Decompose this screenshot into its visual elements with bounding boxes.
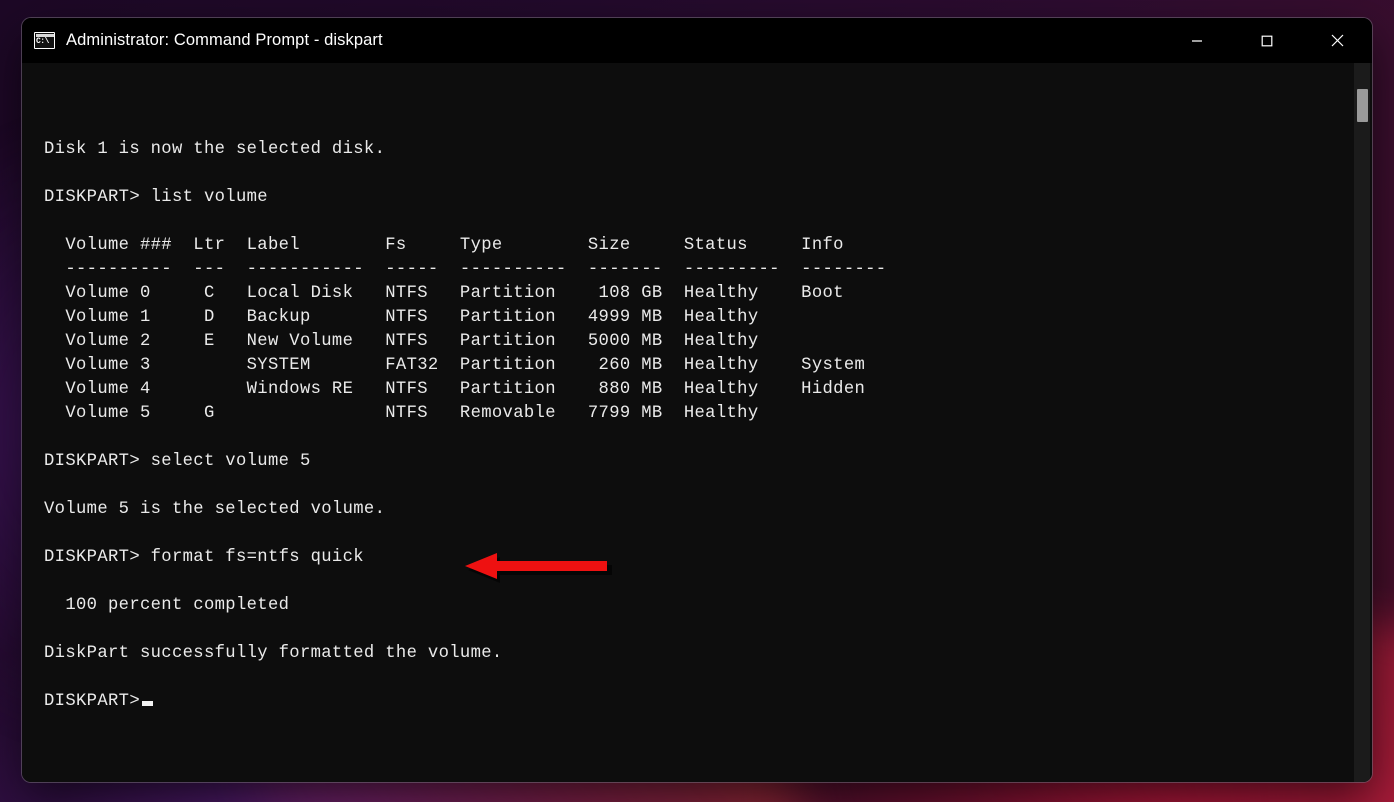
command-prompt-icon: C:\ — [34, 32, 55, 49]
console-line: Volume 4 Windows RE NTFS Partition 880 M… — [44, 380, 866, 399]
console-area: Disk 1 is now the selected disk. DISKPART… — [22, 63, 1372, 782]
console-line: DISKPART> format fs=ntfs quick — [44, 548, 364, 567]
console-line: Volume 2 E New Volume NTFS Partition 500… — [44, 332, 759, 351]
console-line: DISKPART> list volume — [44, 188, 268, 207]
close-button[interactable] — [1302, 18, 1372, 63]
window-title: Administrator: Command Prompt - diskpart — [66, 31, 383, 49]
minimize-button[interactable] — [1162, 18, 1232, 63]
console-line: DISKPART> select volume 5 — [44, 452, 311, 471]
block-cursor — [141, 701, 153, 706]
console-line: Volume 3 SYSTEM FAT32 Partition 260 MB H… — [44, 356, 866, 375]
close-icon — [1331, 34, 1343, 47]
console-line: Volume 5 G NTFS Removable 7799 MB Health… — [44, 404, 759, 423]
minimize-icon — [1192, 39, 1202, 42]
console-line: ---------- --- ----------- ----- -------… — [44, 260, 887, 279]
console-line: Volume 1 D Backup NTFS Partition 4999 MB… — [44, 308, 759, 327]
maximize-button[interactable] — [1232, 18, 1302, 63]
window-controls — [1162, 18, 1372, 63]
vertical-scrollbar[interactable] — [1354, 63, 1370, 782]
console-output[interactable]: Disk 1 is now the selected disk. DISKPART… — [22, 63, 1354, 782]
maximize-icon — [1261, 35, 1273, 46]
command-prompt-window: C:\ Administrator: Command Prompt - disk… — [22, 18, 1372, 782]
console-line: 100 percent completed — [44, 596, 290, 615]
console-line: DiskPart successfully formatted the volu… — [44, 644, 503, 663]
window-titlebar[interactable]: C:\ Administrator: Command Prompt - disk… — [22, 18, 1372, 63]
scrollbar-thumb[interactable] — [1357, 89, 1368, 122]
console-line: Volume 5 is the selected volume. — [44, 500, 386, 519]
console-line: DISKPART> — [44, 690, 1354, 714]
console-line: Volume ### Ltr Label Fs Type Size Status… — [44, 236, 844, 255]
console-line: Volume 0 C Local Disk NTFS Partition 108… — [44, 284, 844, 303]
console-line: Disk 1 is now the selected disk. — [44, 140, 386, 159]
